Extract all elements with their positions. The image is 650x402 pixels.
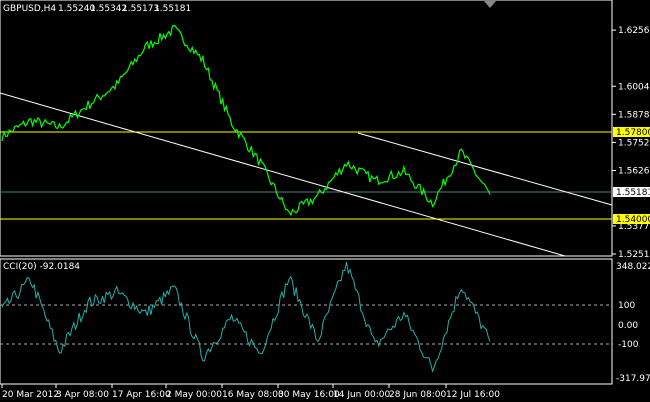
level-label-1: 1.57800	[616, 128, 650, 138]
cci-level-label-0: 0.00	[618, 321, 638, 331]
time-axis-label: 12 Jul 16:00	[446, 390, 500, 400]
time-axis-label: 2 May 00:00	[166, 390, 222, 400]
time-axis-label: 3 Apr 08:00	[56, 390, 109, 400]
price-tick-label: 1.60040	[618, 82, 650, 92]
time-axis-label: 28 Jun 08:00	[389, 390, 446, 400]
cci-scale-bottom: -317.9778	[616, 374, 650, 384]
time-axis-label: 30 May 16:00	[278, 390, 340, 400]
price-tick-label: 1.56260	[618, 167, 650, 177]
mt4-chart-window[interactable]: GBPUSD,H4 1.55240 1.55342 1.55173 1.5518…	[0, 0, 650, 402]
time-axis-label: 17 Apr 16:00	[112, 390, 171, 400]
cci-scale-top: 348.0229	[616, 262, 650, 272]
cci-header: CCI(20) -92.0184	[3, 262, 80, 272]
ohlc-close: 1.55181	[154, 4, 191, 14]
symbol-header: GBPUSD,H4	[3, 4, 56, 14]
level-label-2: 1.54000	[616, 215, 650, 225]
price-pane[interactable]	[0, 0, 613, 257]
cci-level-label-100: 100	[618, 301, 635, 311]
price-tick-label: 1.57520	[618, 138, 650, 148]
current-price-label: 1.55181	[616, 188, 650, 198]
time-axis-label: 14 Jun 00:00	[333, 390, 390, 400]
cci-level-label-minus-100: -100	[618, 340, 639, 350]
price-tick-label: 1.62560	[618, 26, 650, 36]
cci-pane[interactable]	[0, 258, 613, 385]
time-axis-label: 20 Mar 2012	[2, 390, 59, 400]
price-tick-label: 1.58780	[618, 110, 650, 120]
price-tick-label: 1.52515	[618, 250, 650, 260]
time-axis-label: 16 May 08:00	[222, 390, 284, 400]
